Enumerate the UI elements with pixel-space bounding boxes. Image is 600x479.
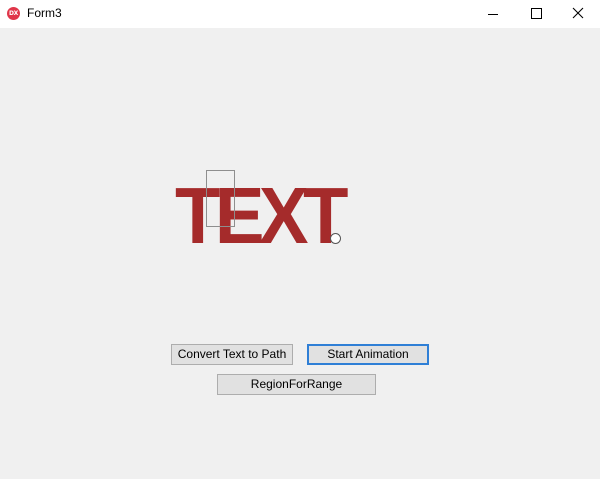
maximize-icon [531, 8, 542, 19]
close-button[interactable] [555, 0, 600, 28]
minimize-button[interactable] [470, 0, 516, 28]
convert-text-to-path-button[interactable]: Convert Text to Path [171, 344, 293, 365]
region-for-range-button[interactable]: RegionForRange [217, 374, 376, 395]
app-icon: DX [7, 7, 20, 20]
drag-handle[interactable] [330, 233, 341, 244]
canvas-text: TEXT [175, 171, 348, 260]
close-icon [572, 7, 584, 19]
title-bar[interactable]: DX Form3 [0, 0, 600, 28]
start-animation-button[interactable]: Start Animation [307, 344, 429, 365]
maximize-button[interactable] [513, 0, 559, 28]
window-title: Form3 [27, 6, 62, 20]
selection-box[interactable] [206, 170, 235, 227]
minimize-icon [488, 14, 498, 15]
app-window: DX Form3 TEXT Convert Text to Path Start… [0, 0, 600, 479]
